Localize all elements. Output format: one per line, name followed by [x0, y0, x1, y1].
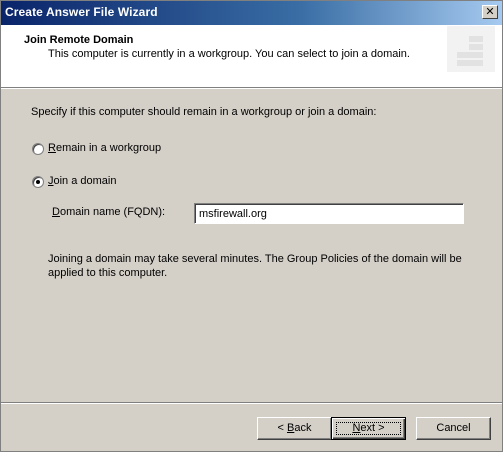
instruction-text: Specify if this computer should remain i… [31, 106, 377, 118]
focus-rect [336, 422, 401, 435]
cancel-button[interactable]: Cancel [416, 417, 491, 440]
footer-divider-highlight [1, 403, 502, 404]
close-icon: ✕ [485, 5, 495, 18]
domain-name-input[interactable] [194, 203, 464, 224]
title-bar[interactable]: Create Answer File Wizard ✕ [1, 1, 502, 25]
wizard-graphic-icon [447, 26, 495, 72]
close-button[interactable]: ✕ [482, 5, 498, 19]
domain-name-label: Domain name (FQDN): [52, 206, 166, 218]
radio-join-domain-label[interactable]: Join a domain [48, 175, 117, 187]
page-title: Join Remote Domain [24, 34, 134, 46]
radio-remain-workgroup[interactable] [32, 143, 44, 155]
wizard-header: Join Remote Domain This computer is curr… [1, 25, 502, 89]
page-subtitle: This computer is currently in a workgrou… [48, 48, 410, 60]
next-button[interactable]: Next > [331, 417, 406, 440]
radio-remain-workgroup-label[interactable]: Remain in a workgroup [48, 142, 161, 154]
domain-join-note: Joining a domain may take several minute… [48, 253, 462, 279]
radio-join-domain[interactable] [32, 176, 44, 188]
back-button[interactable]: < Back [257, 417, 332, 440]
wizard-window: Create Answer File Wizard ✕ Join Remote … [0, 0, 503, 452]
radio-selected-dot [36, 180, 40, 184]
window-title: Create Answer File Wizard [5, 5, 158, 19]
